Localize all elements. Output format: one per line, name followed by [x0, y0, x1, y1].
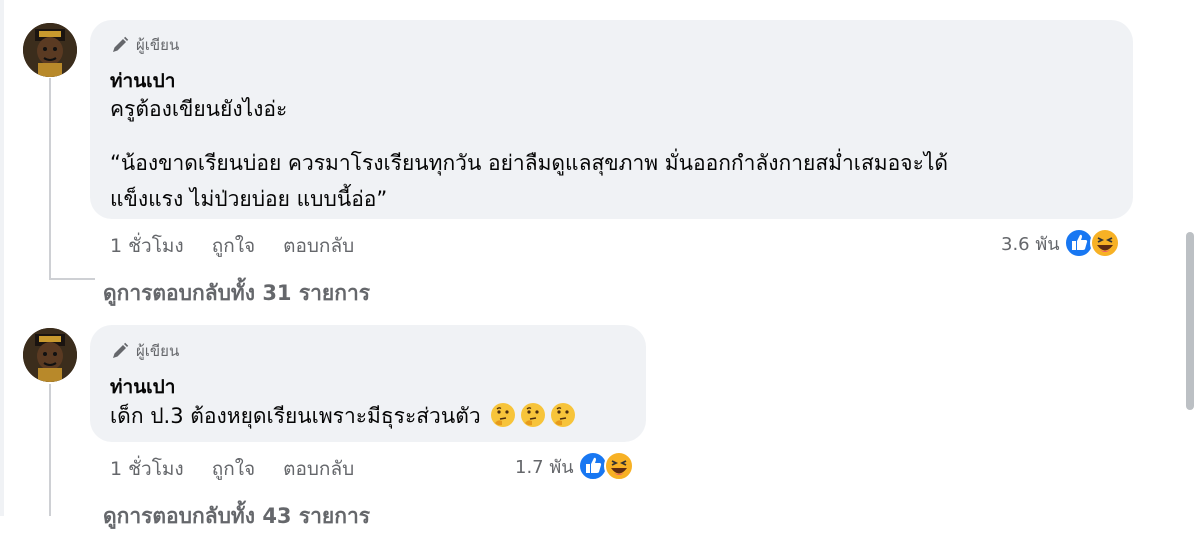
comment-text-body: เด็ก ป.3 ต้องหยุดเรียนเพราะมีธุระส่วนตัว [110, 404, 481, 428]
thinking-face-emoji [491, 403, 516, 427]
pen-icon [113, 342, 129, 358]
comment-actions: 1 ชั่วโมง ถูกใจ ตอบกลับ [110, 454, 354, 484]
reaction-count: 3.6 พัน [1001, 233, 1060, 255]
like-button[interactable]: ถูกใจ [212, 231, 255, 261]
thread-line [49, 384, 51, 516]
thinking-face-emoji [521, 403, 546, 427]
avatar[interactable] [23, 328, 77, 382]
author-badge: ผู้เขียน [110, 339, 179, 363]
comment-timestamp[interactable]: 1 ชั่วโมง [110, 231, 184, 261]
comment-text-line: “น้องขาดเรียนบ่อย ควรมาโรงเรียนทุกวัน อย… [110, 151, 949, 175]
view-replies-link[interactable]: ดูการตอบกลับทั้ง 31 รายการ [103, 277, 370, 310]
thinking-face-emoji [551, 403, 576, 427]
scrollbar-thumb[interactable] [1186, 232, 1194, 410]
thread-line [49, 78, 51, 280]
comment-text: เด็ก ป.3 ต้องหยุดเรียนเพราะมีธุระส่วนตัว [110, 398, 577, 434]
reaction-count: 1.7 พัน [515, 456, 574, 478]
reply-button[interactable]: ตอบกลับ [283, 454, 354, 484]
haha-icon [1089, 228, 1120, 258]
like-button[interactable]: ถูกใจ [212, 454, 255, 484]
scrollbar[interactable] [1184, 0, 1196, 516]
comment-timestamp[interactable]: 1 ชั่วโมง [110, 454, 184, 484]
reaction-summary[interactable]: 1.7 พัน [515, 451, 634, 481]
comment-actions: 1 ชั่วโมง ถูกใจ ตอบกลับ [110, 231, 354, 261]
reaction-summary[interactable]: 3.6 พัน [1001, 228, 1120, 258]
comment-text-line: ครูต้องเขียนยังไงอ่ะ [110, 97, 288, 121]
reply-button[interactable]: ตอบกลับ [283, 231, 354, 261]
author-badge-label: ผู้เขียน [136, 36, 180, 54]
page-left-edge [0, 0, 4, 516]
author-badge-label: ผู้เขียน [136, 342, 180, 360]
haha-icon [603, 451, 634, 481]
author-badge: ผู้เขียน [110, 33, 179, 57]
comment-text-line: แข็งแรง ไม่ป่วยบ่อย แบบนี้อ่อ” [110, 187, 388, 211]
comment-text: ครูต้องเขียนยังไงอ่ะ “น้องขาดเรียนบ่อย ค… [110, 91, 948, 217]
thread-line-elbow [49, 278, 95, 280]
comment-text-line [110, 127, 948, 145]
avatar[interactable] [23, 23, 77, 77]
view-replies-link[interactable]: ดูการตอบกลับทั้ง 43 รายการ [103, 500, 370, 533]
pen-icon [113, 36, 129, 52]
